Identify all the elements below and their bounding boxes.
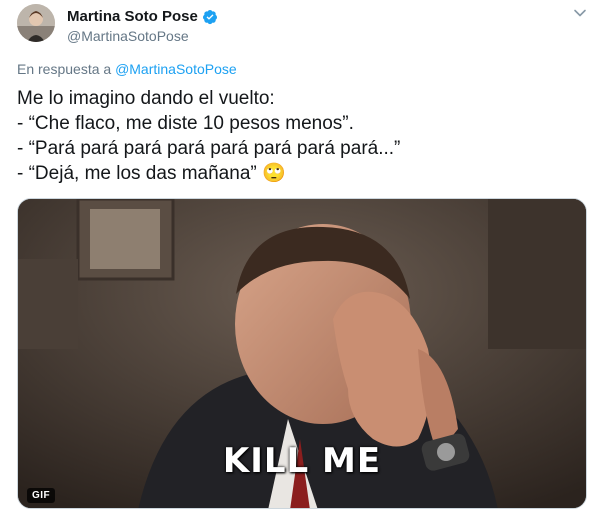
author-name-text[interactable]: Martina Soto Pose bbox=[67, 8, 198, 25]
chevron-down-icon[interactable] bbox=[573, 6, 587, 20]
reply-mention-link[interactable]: @MartinaSotoPose bbox=[115, 61, 237, 77]
author-display-name[interactable]: Martina Soto Pose bbox=[67, 8, 218, 25]
gif-media[interactable]: KILL ME GIF bbox=[17, 198, 587, 509]
tweet-line: - “Che flaco, me diste 10 pesos menos”. bbox=[17, 113, 354, 134]
verified-badge-icon bbox=[202, 9, 217, 24]
tweet-line: - “Pará pará pará pará pará pará pará pa… bbox=[17, 138, 401, 159]
author-handle[interactable]: @MartinaSotoPose bbox=[67, 28, 189, 44]
gif-badge: GIF bbox=[27, 488, 56, 503]
gif-caption: KILL ME bbox=[222, 441, 382, 481]
reply-context: En respuesta a @MartinaSotoPose bbox=[17, 61, 237, 77]
reply-prefix: En respuesta a bbox=[17, 61, 112, 77]
tweet-text: Me lo imagino dando el vuelto: - “Che fl… bbox=[17, 86, 587, 186]
tweet-line: Me lo imagino dando el vuelto: bbox=[17, 88, 275, 109]
avatar-image bbox=[17, 4, 55, 42]
avatar[interactable] bbox=[17, 4, 55, 42]
tweet-line: - “Dejá, me los das mañana” 🙄 bbox=[17, 163, 286, 184]
